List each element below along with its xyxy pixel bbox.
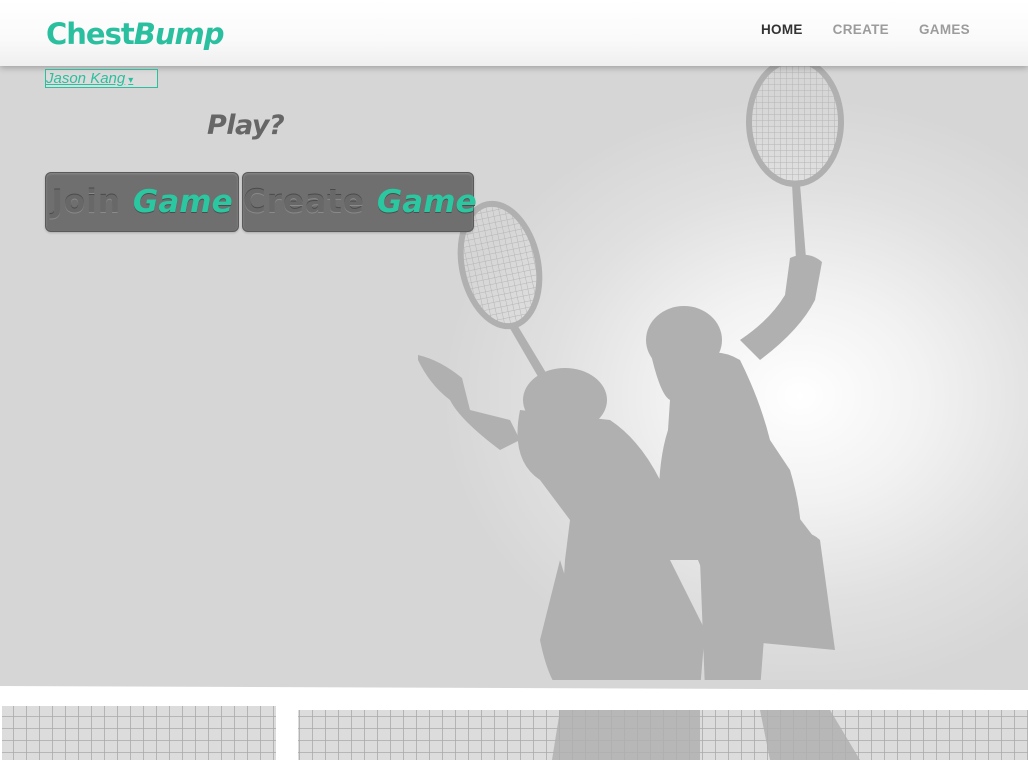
logo-text-chest: Chest [46,17,135,51]
site-logo[interactable]: ChestBump [46,14,225,54]
top-header: ChestBump HOME CREATE GAMES [0,0,1028,66]
nav-create[interactable]: CREATE [833,22,889,37]
main-nav: HOME CREATE GAMES [761,22,970,37]
net-graphic [0,680,1028,760]
user-dropdown[interactable]: Jason Kang ▾ [45,69,158,88]
create-game-word: Game [376,184,477,220]
play-heading: Play? [207,110,285,141]
join-game-button[interactable]: Join Game [45,172,239,232]
join-word: Join [51,184,121,220]
chevron-down-icon: ▾ [128,75,134,86]
nav-home[interactable]: HOME [761,22,803,37]
logo-text-bump: Bump [133,17,225,51]
user-name: Jason Kang [46,70,126,87]
left-player-silhouette [418,200,705,700]
nav-games[interactable]: GAMES [919,22,970,37]
create-word: Create [243,184,365,220]
hero-section: Jason Kang ▾ Play? Join Game Create Game [0,66,1028,706]
tennis-players-illustration [418,66,844,700]
create-game-button[interactable]: Create Game [242,172,477,232]
tennis-net-band [0,680,1028,760]
join-game-word: Game [132,184,233,220]
